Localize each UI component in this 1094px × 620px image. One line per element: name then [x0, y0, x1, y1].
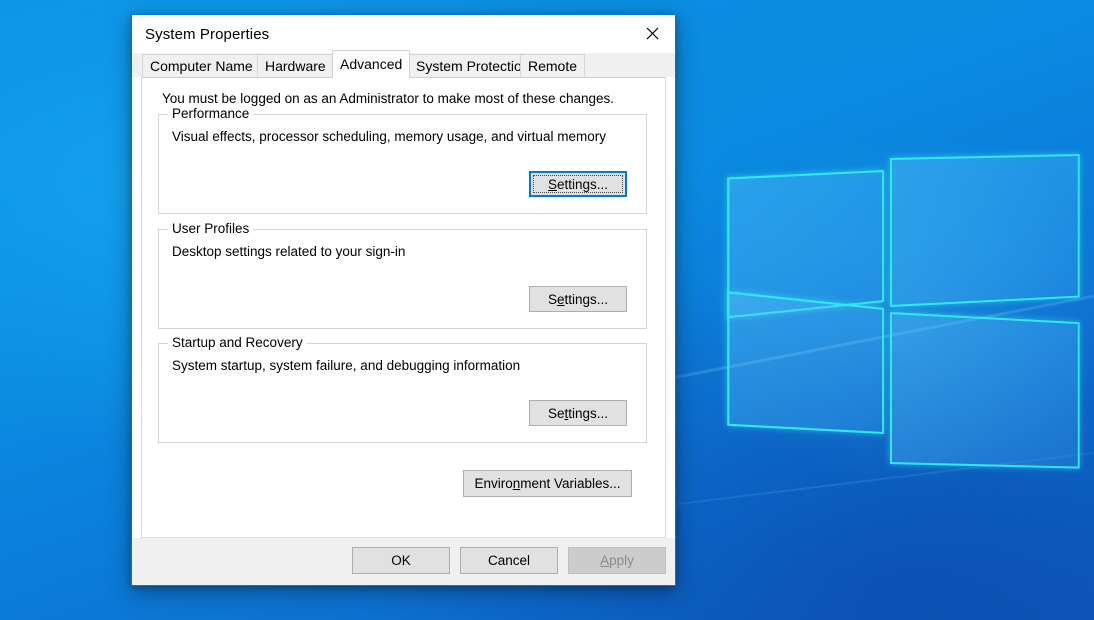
user-profiles-settings-button[interactable]: Settings... — [529, 286, 627, 312]
startup-recovery-settings-label: Settings... — [547, 405, 609, 421]
tab-hardware[interactable]: Hardware — [257, 54, 334, 77]
title-bar: System Properties — [132, 15, 675, 53]
window-title: System Properties — [145, 25, 270, 43]
tab-advanced[interactable]: Advanced — [332, 50, 411, 78]
performance-settings-label: Settings... — [547, 176, 609, 192]
startup-recovery-settings-button[interactable]: Settings... — [529, 400, 627, 426]
group-startup-recovery-description: System startup, system failure, and debu… — [172, 358, 521, 373]
group-user-profiles-description: Desktop settings related to your sign-in — [172, 244, 406, 259]
tab-remote[interactable]: Remote — [520, 54, 586, 77]
user-profiles-settings-label: Settings... — [547, 291, 609, 307]
close-button[interactable] — [629, 15, 675, 52]
tab-strip: Computer Name Hardware Advanced System P… — [132, 50, 675, 78]
group-user-profiles-label: User Profiles — [168, 221, 254, 236]
apply-label: Apply — [600, 553, 634, 568]
group-performance-description: Visual effects, processor scheduling, me… — [172, 129, 606, 144]
apply-button[interactable]: Apply — [568, 547, 666, 574]
windows-logo-pane-bottom-right — [890, 312, 1080, 469]
group-startup-recovery-label: Startup and Recovery — [168, 335, 307, 350]
tab-content-panel: You must be logged on as an Administrato… — [141, 77, 666, 538]
administrator-notice: You must be logged on as an Administrato… — [162, 91, 615, 106]
system-properties-dialog: System Properties Computer Name Hardware… — [131, 14, 676, 586]
windows-logo-icon — [676, 100, 1094, 520]
group-user-profiles: User Profiles Desktop settings related t… — [158, 221, 647, 329]
cancel-button[interactable]: Cancel — [460, 547, 558, 574]
tab-computer-name[interactable]: Computer Name — [142, 54, 261, 77]
windows-logo-pane-top-right — [890, 154, 1080, 307]
focus-ring: Settings... — [533, 175, 623, 193]
ok-button[interactable]: OK — [352, 547, 450, 574]
group-performance-label: Performance — [168, 106, 254, 121]
group-startup-recovery: Startup and Recovery System startup, sys… — [158, 335, 647, 443]
performance-settings-button[interactable]: Settings... — [529, 171, 627, 197]
dialog-footer: OK Cancel Apply — [132, 538, 675, 585]
windows-logo-pane-bottom-left — [727, 291, 884, 434]
environment-variables-button[interactable]: Environment Variables... — [463, 470, 632, 497]
group-performance: Performance Visual effects, processor sc… — [158, 106, 647, 214]
environment-variables-label: Environment Variables... — [474, 476, 621, 491]
tab-system-protection[interactable]: System Protection — [408, 54, 538, 77]
close-icon — [646, 27, 659, 40]
